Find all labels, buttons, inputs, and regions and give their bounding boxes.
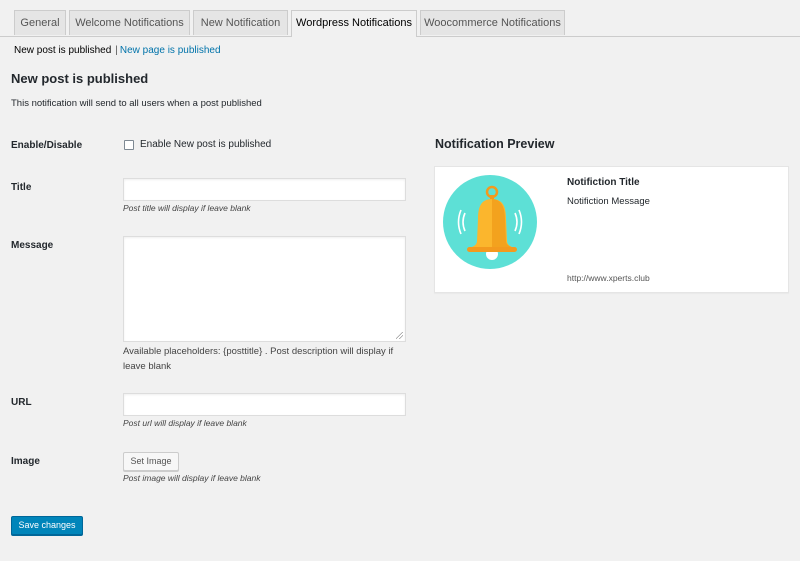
tab-general[interactable]: General <box>14 10 66 35</box>
tab-new-notification[interactable]: New Notification <box>193 10 288 35</box>
preview-message: Notifiction Message <box>567 196 650 207</box>
tab-woocommerce-notifications[interactable]: Woocommerce Notifications <box>420 10 565 35</box>
tab-welcome-notifications[interactable]: Welcome Notifications <box>69 10 190 35</box>
section-title: New post is published <box>11 71 149 86</box>
url-hint: Post url will display if leave blank <box>123 418 247 428</box>
title-label: Title <box>11 182 32 193</box>
subnav-separator: | <box>115 45 118 56</box>
settings-tabs: General Welcome Notifications New Notifi… <box>0 0 800 37</box>
enable-checkbox[interactable] <box>124 140 134 150</box>
tab-wordpress-notifications[interactable]: Wordpress Notifications <box>291 10 417 37</box>
preview-heading: Notification Preview <box>435 137 555 151</box>
url-input[interactable] <box>123 393 406 416</box>
subnav-link-new-page[interactable]: New page is published <box>120 45 221 56</box>
title-hint: Post title will display if leave blank <box>123 203 251 213</box>
title-input[interactable] <box>123 178 406 201</box>
textarea-resize-handle[interactable] <box>396 332 403 339</box>
subsubsub-nav: New post is published | New page is publis… <box>14 45 221 57</box>
message-label: Message <box>11 240 54 251</box>
message-textarea[interactable] <box>123 236 406 342</box>
save-changes-button[interactable]: Save changes <box>11 516 83 535</box>
image-hint: Post image will display if leave blank <box>123 473 261 483</box>
image-label: Image <box>11 456 40 467</box>
set-image-button[interactable]: Set Image <box>123 452 179 471</box>
notification-preview-card: Notifiction Title Notifiction Message ht… <box>434 166 789 293</box>
preview-url: http://www.xperts.club <box>567 273 650 283</box>
preview-title: Notifiction Title <box>567 177 640 188</box>
message-hint: Available placeholders: {posttitle} . Po… <box>123 346 394 372</box>
bell-icon <box>443 175 537 269</box>
subnav-current[interactable]: New post is published <box>14 45 111 56</box>
enable-label: Enable/Disable <box>11 140 83 151</box>
url-label: URL <box>11 397 32 408</box>
section-description: This notification will send to all users… <box>11 98 262 109</box>
enable-checkbox-label[interactable]: Enable New post is published <box>140 139 271 150</box>
